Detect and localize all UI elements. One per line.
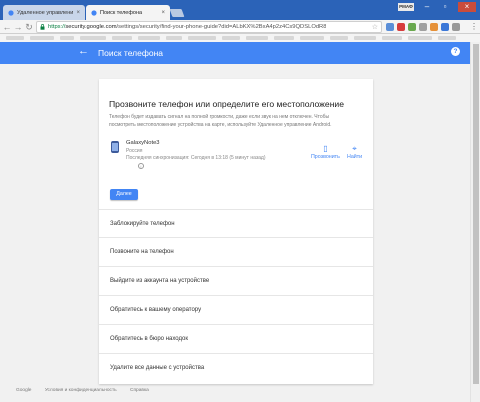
ring-action[interactable]: ▯ Прозвонить (311, 144, 340, 160)
app-bar: ← Поиск телефона ? (0, 42, 470, 64)
bookmark-item[interactable] (300, 36, 324, 40)
profile-badge[interactable]: РМАФ (398, 3, 414, 11)
bookmark-item[interactable] (166, 36, 182, 40)
bookmark-item[interactable] (274, 36, 294, 40)
bookmark-item[interactable] (188, 36, 216, 40)
bookmark-item[interactable] (382, 36, 402, 40)
bookmark-item[interactable] (222, 36, 240, 40)
bookmark-item[interactable] (246, 36, 268, 40)
close-icon[interactable]: × (76, 10, 80, 16)
ring-label: Прозвонить (311, 154, 340, 160)
back-nav-icon[interactable]: ← (2, 20, 12, 34)
extension-icon[interactable] (408, 23, 416, 31)
next-button[interactable]: Далее (110, 189, 138, 200)
bookmark-star-icon[interactable]: ☆ (372, 23, 378, 31)
extension-icon[interactable] (430, 23, 438, 31)
device-name: GalaxyNote3 (126, 140, 160, 146)
locate-action[interactable]: ⌖ Найти (347, 144, 362, 160)
tab-label: Поиск телефона (100, 9, 143, 16)
bookmark-item[interactable] (138, 36, 160, 40)
extension-icon[interactable] (441, 23, 449, 31)
google-favicon-icon (91, 9, 97, 16)
window-titlebar: Удаленное управлени × Поиск телефона × Р… (0, 0, 480, 20)
phone-icon (111, 141, 119, 153)
bookmark-item[interactable] (438, 36, 456, 40)
maximize-button[interactable]: ▫ (438, 2, 452, 12)
url-text: https://security.google.com/settings/sec… (48, 24, 326, 30)
tab-find-phone[interactable]: Поиск телефона × (86, 5, 170, 20)
page-footer: Google Условия и конфиденциальность Спра… (16, 388, 161, 393)
bookmarks-bar (0, 34, 480, 42)
option-contact-carrier[interactable]: Обратитесь к вашему оператору (99, 295, 373, 323)
extension-icon[interactable] (386, 23, 394, 31)
option-lost-and-found[interactable]: Обратитесь в бюро находок (99, 324, 373, 352)
new-tab-button[interactable] (169, 9, 185, 17)
url-path: /settings/security/find-your-phone-guide… (116, 24, 327, 30)
menu-icon[interactable]: ⋮ (470, 22, 478, 31)
extension-icon[interactable] (419, 23, 427, 31)
forward-nav-icon[interactable]: → (13, 20, 23, 34)
arrow-left-icon[interactable]: ← (78, 45, 89, 57)
extension-icon[interactable] (452, 23, 460, 31)
close-window-button[interactable]: × (458, 2, 476, 12)
option-sign-out[interactable]: Выйдите из аккаунта на устройстве (99, 266, 373, 294)
opera-extension-icon[interactable] (397, 23, 405, 31)
card-description: Телефон будет издавать сигнал на полной … (109, 114, 332, 128)
google-favicon-icon (8, 9, 14, 16)
footer-link-google[interactable]: Google (16, 388, 31, 393)
info-icon[interactable]: i (138, 163, 144, 169)
bookmark-item[interactable] (60, 36, 74, 40)
find-phone-card: Прозвоните телефон или определите его ме… (99, 79, 373, 384)
bookmark-item[interactable] (330, 36, 348, 40)
option-call-phone[interactable]: Позвоните на телефон (99, 237, 373, 265)
card-heading: Прозвоните телефон или определите его ме… (109, 99, 345, 109)
device-country: Россия (126, 148, 143, 154)
page-title: Поиск телефона (98, 48, 163, 58)
option-lock-phone[interactable]: Заблокируйте телефон (99, 209, 373, 237)
close-icon[interactable]: × (161, 10, 165, 16)
bookmark-item[interactable] (80, 36, 106, 40)
scrollbar[interactable] (470, 42, 480, 402)
url-host: security.google.com (65, 24, 117, 30)
ring-phone-icon: ▯ (323, 144, 328, 153)
bookmark-item[interactable] (112, 36, 132, 40)
bookmark-item[interactable] (408, 36, 432, 40)
bookmark-item[interactable] (30, 36, 54, 40)
locate-label: Найти (347, 154, 363, 160)
option-erase-device[interactable]: Удалите все данные с устройства (99, 353, 373, 381)
browser-toolbar: ← → ↻ https://security.google.com/settin… (0, 20, 480, 34)
device-last-sync: Последняя синхронизация: Сегодня в 13:18… (126, 155, 266, 161)
address-bar[interactable]: https://security.google.com/settings/sec… (36, 21, 382, 33)
locate-icon: ⌖ (352, 144, 357, 153)
reload-icon[interactable]: ↻ (24, 20, 34, 34)
help-icon[interactable]: ? (451, 47, 460, 56)
minimize-button[interactable]: – (420, 2, 434, 12)
page-content: ← Поиск телефона ? Прозвоните телефон ил… (0, 42, 480, 402)
bookmark-item[interactable] (354, 36, 376, 40)
url-scheme: https:// (48, 24, 66, 30)
footer-link-terms[interactable]: Условия и конфиденциальность (45, 388, 117, 393)
scrollbar-thumb[interactable] (473, 44, 479, 384)
footer-link-help[interactable]: Справка (130, 388, 149, 393)
tab-remote-control[interactable]: Удаленное управлени × (3, 5, 85, 20)
tab-label: Удаленное управлени (17, 9, 74, 16)
lock-icon (40, 24, 45, 30)
bookmark-item[interactable] (6, 36, 24, 40)
